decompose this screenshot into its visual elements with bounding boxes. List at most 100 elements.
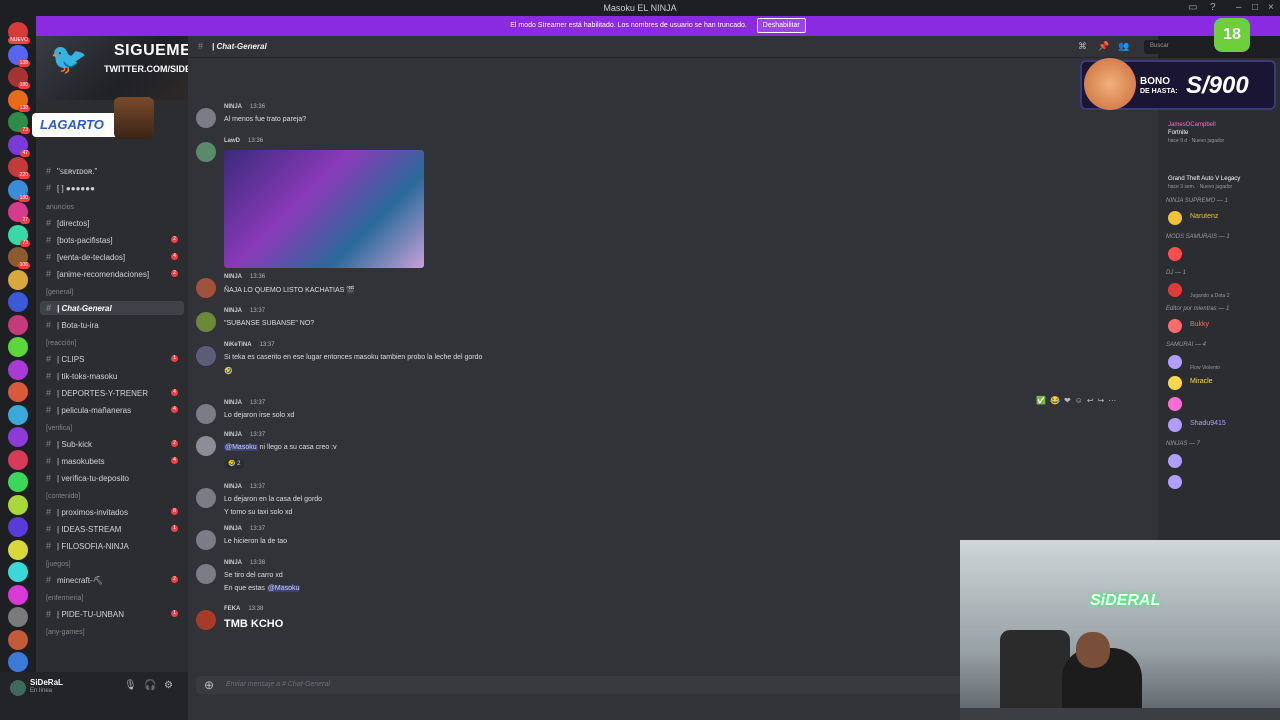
- server-icon[interactable]: 180: [8, 67, 30, 89]
- channel-category[interactable]: [general]: [46, 289, 73, 296]
- server-icon[interactable]: [8, 269, 28, 290]
- avatar[interactable]: [196, 488, 216, 508]
- channel-item[interactable]: # | IDEAS-STREAM 1: [40, 522, 184, 536]
- activity-card[interactable]: JamesOCampbell Fortnite hace 9 d · Nuevo j…: [1164, 122, 1278, 148]
- channel-item[interactable]: # | CLIPS 1: [40, 352, 184, 366]
- channel-category[interactable]: [contenido]: [46, 493, 80, 500]
- server-icon[interactable]: [8, 404, 28, 425]
- member-item[interactable]: Shadu9415: [1164, 417, 1278, 433]
- server-icon[interactable]: [8, 337, 28, 357]
- channel-category[interactable]: anuncios: [46, 204, 74, 211]
- server-icon[interactable]: [8, 314, 28, 335]
- message-author[interactable]: NiKeTiNA: [224, 342, 252, 348]
- search-input[interactable]: Buscar: [1144, 40, 1222, 54]
- minimize-icon[interactable]: –: [1236, 2, 1242, 13]
- toolbar-action-icon[interactable]: 😂: [1050, 396, 1064, 405]
- message-author[interactable]: NINJA: [224, 400, 242, 406]
- channel-item[interactable]: # | Chat-General: [40, 301, 184, 315]
- message-author[interactable]: NINJA: [224, 308, 242, 314]
- server-icon[interactable]: [8, 629, 28, 650]
- toolbar-action-icon[interactable]: ❤: [1064, 396, 1075, 405]
- channel-item[interactable]: # [venta-de-teclados] 4: [40, 250, 184, 264]
- server-icon[interactable]: [8, 449, 28, 470]
- member-item[interactable]: [1164, 453, 1278, 469]
- avatar[interactable]: [196, 436, 216, 456]
- member-item[interactable]: Bukky: [1164, 318, 1278, 334]
- message-author[interactable]: FEKA: [224, 606, 240, 612]
- member-item[interactable]: Jugando a Dota 2: [1164, 282, 1278, 299]
- server-icon[interactable]: 138: [8, 89, 30, 112]
- avatar[interactable]: [196, 564, 216, 584]
- member-item[interactable]: Miracle: [1164, 375, 1278, 391]
- server-icon[interactable]: [8, 494, 28, 515]
- message-author[interactable]: NINJA: [224, 484, 242, 490]
- close-icon[interactable]: ×: [1268, 2, 1274, 13]
- server-icon[interactable]: [8, 562, 28, 582]
- attached-image[interactable]: [224, 150, 424, 268]
- channel-category[interactable]: [enfermeria]: [46, 595, 83, 602]
- members-icon[interactable]: 👥: [1118, 41, 1129, 52]
- server-icon[interactable]: 73: [8, 224, 30, 247]
- channel-item[interactable]: # [ ] ●●●●●●: [40, 181, 184, 195]
- toolbar-action-icon[interactable]: ⋯: [1108, 396, 1120, 405]
- server-icon[interactable]: 73: [8, 112, 30, 134]
- server-icon[interactable]: NUEVO: [8, 22, 30, 44]
- help-icon[interactable]: ?: [1210, 2, 1216, 13]
- channel-item[interactable]: # [directos]: [40, 216, 184, 230]
- channel-item[interactable]: # | PIDE-TU-UNBAN 1: [40, 607, 184, 621]
- pin-icon[interactable]: 📌: [1098, 41, 1109, 52]
- channel-item[interactable]: # [anime-recomendaciones] 2: [40, 267, 184, 281]
- message-author[interactable]: NINJA: [224, 274, 242, 280]
- maximize-icon[interactable]: □: [1252, 2, 1258, 13]
- member-item[interactable]: Flow Violento: [1164, 354, 1278, 371]
- message-author[interactable]: LawD: [224, 138, 240, 144]
- server-icon[interactable]: 47: [8, 134, 30, 157]
- server-icon[interactable]: 106: [8, 247, 30, 269]
- avatar[interactable]: [196, 142, 216, 162]
- channel-item[interactable]: # | tik-toks-masoku: [40, 369, 184, 383]
- message-author[interactable]: NINJA: [224, 526, 242, 532]
- message-author[interactable]: NINJA: [224, 104, 242, 110]
- add-attachment-icon[interactable]: ⊕: [204, 678, 214, 692]
- avatar[interactable]: [10, 680, 26, 696]
- server-icon[interactable]: [8, 292, 28, 312]
- channel-item[interactable]: # | Bota-tu-ira: [40, 318, 184, 332]
- user-mention[interactable]: @Masoku: [266, 585, 301, 592]
- channel-item[interactable]: # | proximos-invitados 8: [40, 505, 184, 519]
- channel-item[interactable]: # | Sub-kick 2: [40, 437, 184, 451]
- inbox-icon[interactable]: ▭: [1188, 2, 1197, 13]
- avatar[interactable]: [196, 278, 216, 298]
- activity-card[interactable]: Grand Theft Auto V Legacy hace 3 sem. · N…: [1164, 168, 1278, 194]
- threads-icon[interactable]: ⌘: [1078, 41, 1087, 52]
- member-item[interactable]: Narutenz: [1164, 210, 1278, 226]
- server-icon[interactable]: [8, 584, 28, 605]
- channel-item[interactable]: # [bots-pacifistas] 2: [40, 233, 184, 247]
- server-icon[interactable]: [8, 382, 28, 402]
- channel-item[interactable]: # | FILOSOFIA-NINJA: [40, 539, 184, 553]
- avatar[interactable]: [196, 610, 216, 630]
- reaction-pill[interactable]: 🤣 2: [224, 459, 245, 469]
- toolbar-action-icon[interactable]: ☺: [1075, 396, 1087, 405]
- settings-gear-icon[interactable]: ⚙: [164, 680, 173, 691]
- server-icon[interactable]: 27: [8, 202, 30, 224]
- server-icon[interactable]: 138: [8, 44, 30, 67]
- toolbar-action-icon[interactable]: ↩: [1087, 396, 1098, 405]
- server-icon[interactable]: [8, 652, 28, 672]
- channel-category[interactable]: [verifica]: [46, 425, 72, 432]
- server-icon[interactable]: [8, 427, 28, 447]
- server-icon[interactable]: [8, 539, 28, 560]
- toolbar-action-icon[interactable]: ↪: [1098, 396, 1109, 405]
- server-icon[interactable]: [8, 359, 28, 380]
- server-icon[interactable]: 220: [8, 157, 30, 179]
- member-item[interactable]: [1164, 396, 1278, 412]
- server-icon[interactable]: [8, 472, 28, 492]
- avatar[interactable]: [196, 108, 216, 128]
- user-mention[interactable]: @Masoku: [224, 444, 258, 451]
- channel-item[interactable]: # minecraft-⛏ 2: [40, 573, 184, 587]
- avatar[interactable]: [196, 404, 216, 424]
- message-author[interactable]: NINJA: [224, 432, 242, 438]
- member-item[interactable]: [1164, 246, 1278, 262]
- channel-item[interactable]: # | verifica-tu-deposito: [40, 471, 184, 485]
- avatar[interactable]: [196, 346, 216, 366]
- disable-streamer-button[interactable]: Deshabilitar: [756, 18, 806, 33]
